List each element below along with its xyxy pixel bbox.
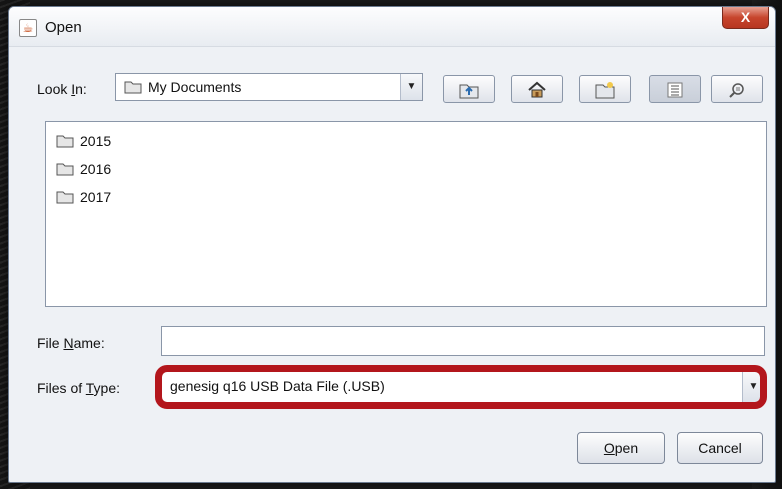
open-dialog: ☕ Open X Look In: My Documents ▼ 2015 20… xyxy=(8,6,776,483)
chevron-down-icon[interactable]: ▼ xyxy=(400,74,422,100)
file-name-label: File Name: xyxy=(37,335,105,351)
up-folder-icon xyxy=(459,84,479,99)
details-view-icon xyxy=(729,83,744,99)
title-bar[interactable]: ☕ Open X xyxy=(9,7,775,47)
home-icon xyxy=(528,81,546,98)
folder-icon xyxy=(56,191,74,204)
file-type-selected: genesig q16 USB Data File (.USB) xyxy=(170,378,385,394)
folder-icon xyxy=(124,81,142,94)
look-in-label: Look In: xyxy=(37,81,87,97)
details-view-button[interactable] xyxy=(711,75,763,103)
window-title: Open xyxy=(45,19,82,36)
look-in-combo[interactable]: My Documents ▼ xyxy=(115,73,423,101)
file-list[interactable]: 2015 2016 2017 xyxy=(45,121,767,307)
file-name-input[interactable] xyxy=(161,326,765,356)
list-view-icon xyxy=(667,82,683,98)
new-folder-icon xyxy=(595,82,615,99)
new-folder-button[interactable] xyxy=(579,75,631,103)
file-type-combo[interactable]: genesig q16 USB Data File (.USB) ▼ xyxy=(161,371,765,403)
home-button[interactable] xyxy=(511,75,563,103)
list-view-button[interactable] xyxy=(649,75,701,103)
file-item-name: 2017 xyxy=(80,189,112,205)
look-in-selected: My Documents xyxy=(148,79,242,95)
open-button[interactable]: Open xyxy=(577,432,665,464)
dialog-content: Look In: My Documents ▼ 2015 2016 2017 F… xyxy=(15,47,769,477)
close-button[interactable]: X xyxy=(722,7,769,29)
file-type-label: Files of Type: xyxy=(37,380,121,396)
up-one-level-button[interactable] xyxy=(443,75,495,103)
file-item-name: 2016 xyxy=(80,161,112,177)
folder-icon xyxy=(56,163,74,176)
file-item-name: 2015 xyxy=(80,133,112,149)
chevron-down-icon[interactable]: ▼ xyxy=(742,372,764,402)
cancel-button[interactable]: Cancel xyxy=(677,432,763,464)
folder-icon xyxy=(56,135,74,148)
java-app-icon: ☕ xyxy=(19,19,37,37)
